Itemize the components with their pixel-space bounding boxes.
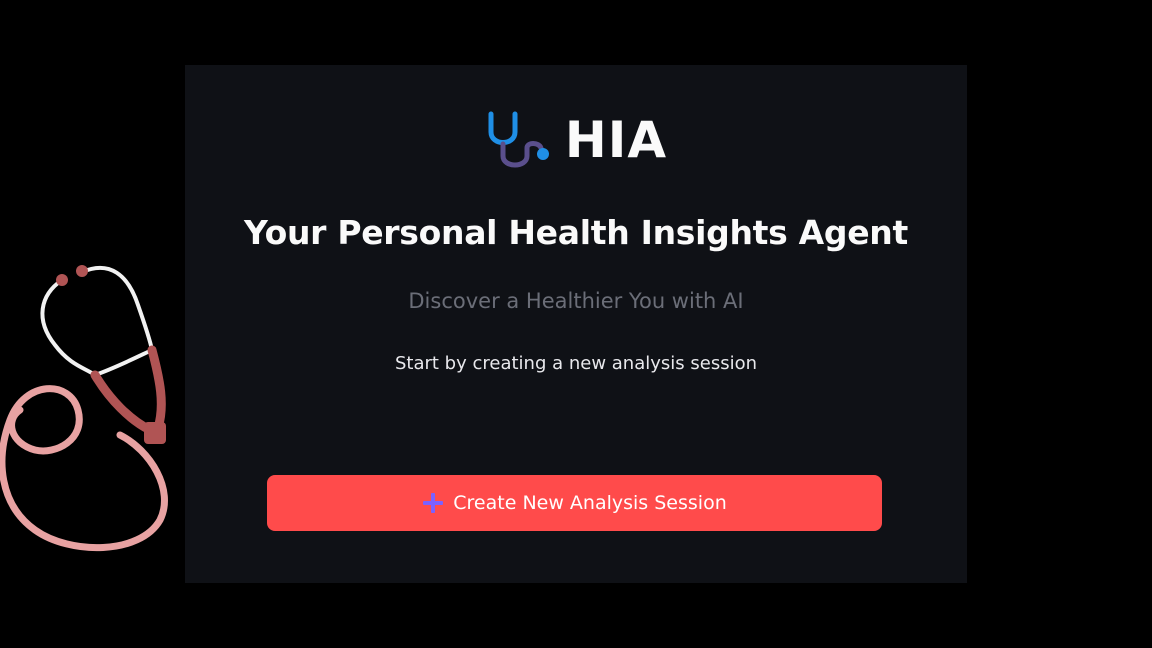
- create-session-label: Create New Analysis Session: [453, 492, 727, 514]
- app-logo-text: HIA: [564, 111, 668, 169]
- app-logo: HIA: [0, 108, 1152, 172]
- create-new-analysis-session-button[interactable]: Create New Analysis Session: [267, 475, 882, 531]
- instruction-text: Start by creating a new analysis session: [394, 353, 758, 374]
- page-title: Your Personal Health Insights Agent: [244, 213, 908, 252]
- page-background: HIA Your Personal Health Insights Agent …: [0, 0, 1152, 648]
- stethoscope-icon: [488, 111, 549, 168]
- plus-icon: [423, 493, 444, 513]
- page-subtitle: Discover a Healthier You with AI: [408, 289, 744, 313]
